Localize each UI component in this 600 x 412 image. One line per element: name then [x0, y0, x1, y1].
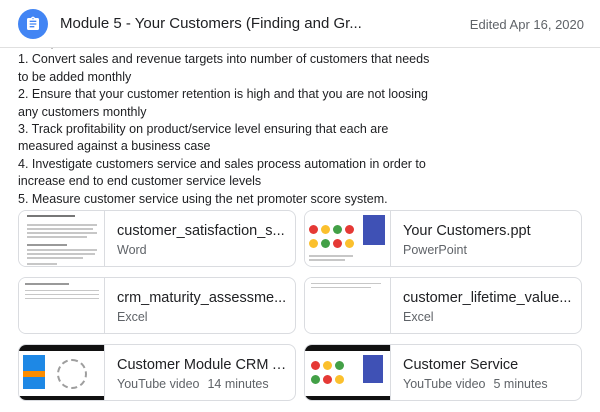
- attachment-card-excel[interactable]: customer_lifetime_value... Excel: [304, 277, 582, 334]
- video-duration: 5 minutes: [493, 377, 548, 391]
- attachment-meta: YouTube video 5 minutes: [403, 377, 548, 391]
- attachment-type-label: Word: [117, 243, 147, 257]
- document-thumbnail: [19, 211, 105, 266]
- video-duration: 14 minutes: [207, 377, 269, 391]
- description-line: 4. Investigate customers service and sal…: [18, 156, 426, 189]
- attachment-name: Customer Module CRM A...: [117, 357, 287, 373]
- attachment-name: customer_satisfaction_s...: [117, 223, 285, 239]
- description-line: 1. Convert sales and revenue targets int…: [18, 52, 430, 84]
- attachment-name: Customer Service: [403, 357, 519, 373]
- attachment-card-youtube[interactable]: Customer Service YouTube video 5 minutes: [304, 344, 582, 401]
- assignment-header: Module 5 - Your Customers (Finding and G…: [0, 0, 600, 48]
- edited-timestamp: Edited Apr 16, 2020: [469, 17, 584, 32]
- attachment-card-word[interactable]: customer_satisfaction_s... Word: [18, 210, 296, 267]
- video-thumbnail: [19, 345, 105, 400]
- attachment-type-label: Excel: [403, 310, 434, 324]
- attachment-type: Excel: [117, 310, 148, 324]
- attachment-name: customer_lifetime_value...: [403, 290, 572, 306]
- assignment-icon: [18, 9, 48, 39]
- attachment-name: Your Customers.ppt: [403, 223, 531, 239]
- attachment-type: PowerPoint: [403, 243, 467, 257]
- attachment-type-label: Excel: [117, 310, 148, 324]
- attachment-type: Excel: [403, 310, 434, 324]
- attachment-card-excel[interactable]: crm_maturity_assessme... Excel: [18, 277, 296, 334]
- attachment-card-powerpoint[interactable]: Your Customers.ppt PowerPoint: [304, 210, 582, 267]
- attachment-card-youtube[interactable]: Customer Module CRM A... YouTube video 14…: [18, 344, 296, 401]
- attachment-name: crm_maturity_assessme...: [117, 290, 287, 306]
- assignment-description: sales plan. 1. Convert sales and revenue…: [18, 34, 438, 208]
- attachment-type-label: PowerPoint: [403, 243, 467, 257]
- video-thumbnail: [305, 345, 391, 400]
- spreadsheet-thumbnail: [305, 278, 391, 333]
- spreadsheet-thumbnail: [19, 278, 105, 333]
- assignment-title[interactable]: Module 5 - Your Customers (Finding and G…: [60, 15, 362, 32]
- attachment-meta: YouTube video 14 minutes: [117, 377, 269, 391]
- attachment-type-label: YouTube video: [403, 377, 486, 391]
- description-line: 5. Measure customer service using the ne…: [18, 191, 388, 206]
- attachment-type-label: YouTube video: [117, 377, 200, 391]
- description-line: 3. Track profitability on product/servic…: [18, 122, 389, 154]
- description-line: 2. Ensure that your customer retention i…: [18, 87, 428, 119]
- attachment-type: Word: [117, 243, 147, 257]
- presentation-thumbnail: [305, 211, 391, 266]
